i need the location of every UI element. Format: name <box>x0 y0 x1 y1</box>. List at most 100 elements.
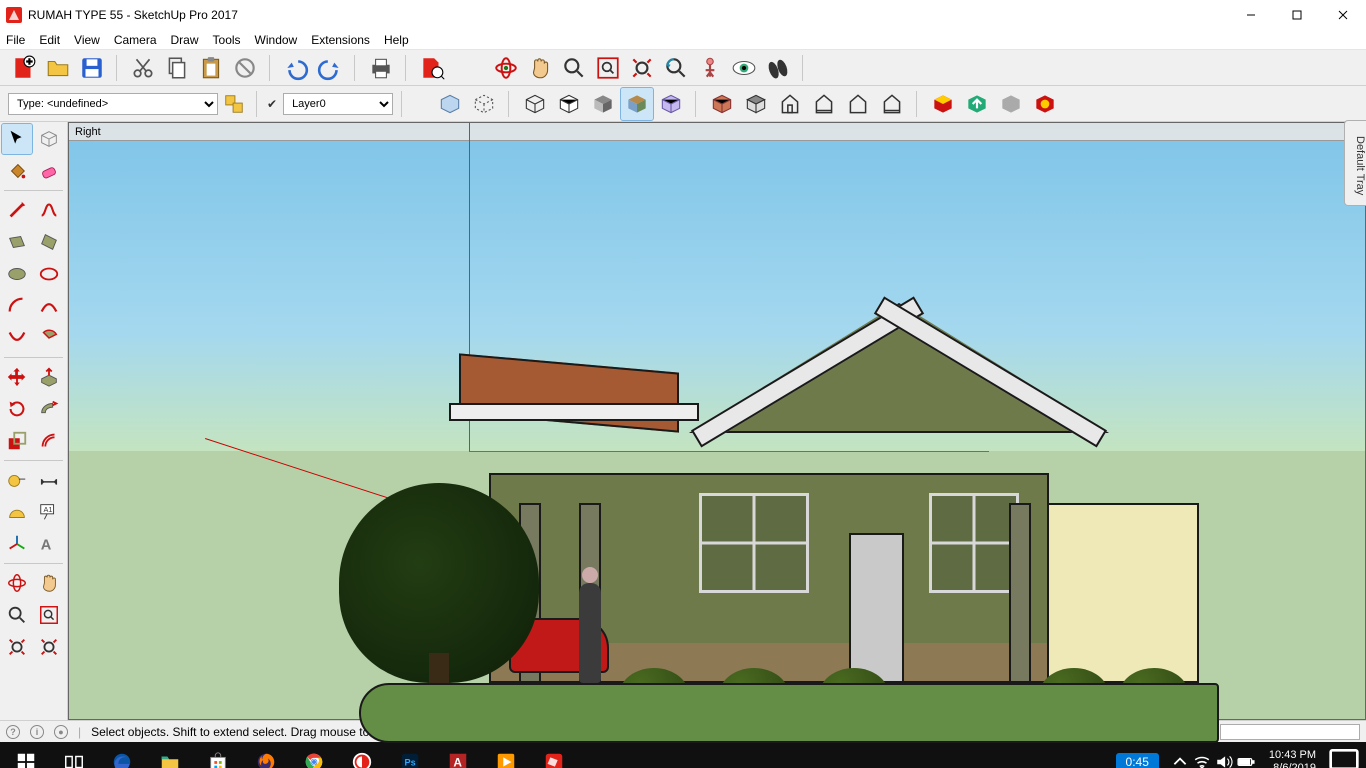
layer-combo[interactable]: Layer0 <box>283 93 393 115</box>
pushpull-tool[interactable] <box>34 362 64 392</box>
2point-arc-tool[interactable] <box>34 291 64 321</box>
menu-camera[interactable]: Camera <box>114 33 157 47</box>
extension-manager-button[interactable] <box>1029 88 1061 120</box>
taskbar-clock[interactable]: 10:43 PM 8/6/2019 <box>1261 749 1324 768</box>
warehouse-share-button[interactable] <box>961 88 993 120</box>
make-component-tool[interactable] <box>34 124 64 154</box>
front-view-button[interactable] <box>774 88 806 120</box>
3dtext-tool[interactable]: A <box>34 529 64 559</box>
pan-button[interactable] <box>524 52 556 84</box>
eraser-tool[interactable] <box>34 156 64 186</box>
extension-warehouse-button[interactable] <box>995 88 1027 120</box>
orbit-button[interactable] <box>490 52 522 84</box>
pie-tool[interactable] <box>34 323 64 353</box>
autocad-taskbar-icon[interactable]: A <box>434 742 482 768</box>
hiddenline-style-button[interactable] <box>553 88 585 120</box>
file-explorer-taskbar-icon[interactable] <box>146 742 194 768</box>
photoshop-taskbar-icon[interactable]: Ps <box>386 742 434 768</box>
type-combo[interactable]: Type: <undefined> <box>8 93 218 115</box>
paste-button[interactable] <box>195 52 227 84</box>
menu-edit[interactable]: Edit <box>39 33 60 47</box>
rotated-rectangle-tool[interactable] <box>34 227 64 257</box>
app-red-taskbar-icon[interactable] <box>338 742 386 768</box>
top-view-button[interactable] <box>740 88 772 120</box>
zoom-window-button[interactable] <box>592 52 624 84</box>
text-tool[interactable]: A1 <box>34 497 64 527</box>
zoom-extents-button[interactable] <box>626 52 658 84</box>
save-file-button[interactable] <box>76 52 108 84</box>
freehand-tool[interactable] <box>34 195 64 225</box>
polygon-tool[interactable] <box>34 259 64 289</box>
pan-tool[interactable] <box>34 568 64 598</box>
erase-button[interactable] <box>229 52 261 84</box>
tray-chevron-up-icon[interactable] <box>1171 753 1189 768</box>
default-tray-tab[interactable]: Default Tray <box>1344 120 1366 206</box>
shaded-style-button[interactable] <box>587 88 619 120</box>
menu-file[interactable]: File <box>6 33 25 47</box>
arc-tool[interactable] <box>2 291 32 321</box>
menu-draw[interactable]: Draw <box>171 33 199 47</box>
cut-button[interactable] <box>127 52 159 84</box>
close-button[interactable] <box>1320 0 1366 30</box>
monochrome-style-button[interactable] <box>655 88 687 120</box>
open-file-button[interactable] <box>42 52 74 84</box>
tape-measure-tool[interactable] <box>2 465 32 495</box>
edge-taskbar-icon[interactable] <box>98 742 146 768</box>
model-info-button[interactable] <box>416 52 448 84</box>
media-player-taskbar-icon[interactable] <box>482 742 530 768</box>
help-icon[interactable]: ? <box>6 725 20 739</box>
copy-button[interactable] <box>161 52 193 84</box>
orbit-tool[interactable] <box>2 568 32 598</box>
xray-style-button[interactable] <box>434 88 466 120</box>
redo-button[interactable] <box>314 52 346 84</box>
chrome-taskbar-icon[interactable] <box>290 742 338 768</box>
zoom-extents-tool[interactable] <box>34 632 64 662</box>
rectangle-tool[interactable] <box>2 227 32 257</box>
line-tool[interactable] <box>2 195 32 225</box>
protractor-tool[interactable] <box>2 497 32 527</box>
rotate-tool[interactable] <box>2 394 32 424</box>
undo-button[interactable] <box>280 52 312 84</box>
menu-help[interactable]: Help <box>384 33 409 47</box>
axes-tool[interactable] <box>2 529 32 559</box>
position-camera-button[interactable] <box>694 52 726 84</box>
iso-view-button[interactable] <box>706 88 738 120</box>
walk-button[interactable] <box>762 52 794 84</box>
zoom-previous-tool[interactable] <box>2 632 32 662</box>
select-tool[interactable] <box>2 124 32 154</box>
menu-tools[interactable]: Tools <box>213 33 241 47</box>
zoom-tool[interactable] <box>2 600 32 630</box>
measurements-input[interactable] <box>1220 724 1360 740</box>
tray-battery-icon[interactable] <box>1237 753 1255 768</box>
cortana-pill[interactable]: 0:45 <box>1116 753 1159 768</box>
tray-wifi-icon[interactable] <box>1193 753 1211 768</box>
move-tool[interactable] <box>2 362 32 392</box>
maximize-button[interactable] <box>1274 0 1320 30</box>
previous-view-button[interactable] <box>660 52 692 84</box>
followme-tool[interactable] <box>34 394 64 424</box>
scale-tool[interactable] <box>2 426 32 456</box>
print-button[interactable] <box>365 52 397 84</box>
minimize-button[interactable] <box>1228 0 1274 30</box>
dimension-tool[interactable] <box>34 465 64 495</box>
right-view-button[interactable] <box>808 88 840 120</box>
3point-arc-tool[interactable] <box>2 323 32 353</box>
shaded-textures-style-button[interactable] <box>621 88 653 120</box>
model-viewport[interactable]: Right <box>68 122 1366 720</box>
geolocation-icon[interactable]: i <box>30 725 44 739</box>
new-file-button[interactable] <box>8 52 40 84</box>
tray-volume-icon[interactable] <box>1215 753 1233 768</box>
zoom-button[interactable] <box>558 52 590 84</box>
circle-tool[interactable] <box>2 259 32 289</box>
task-view-button[interactable] <box>50 742 98 768</box>
backedges-style-button[interactable] <box>468 88 500 120</box>
start-button[interactable] <box>2 742 50 768</box>
wireframe-style-button[interactable] <box>519 88 551 120</box>
credits-icon[interactable]: ● <box>54 725 68 739</box>
paint-bucket-tool[interactable] <box>2 156 32 186</box>
menu-window[interactable]: Window <box>255 33 298 47</box>
zoom-window-tool[interactable] <box>34 600 64 630</box>
look-around-button[interactable] <box>728 52 760 84</box>
action-center-button[interactable] <box>1324 742 1364 768</box>
component-attributes-button[interactable] <box>220 90 248 118</box>
